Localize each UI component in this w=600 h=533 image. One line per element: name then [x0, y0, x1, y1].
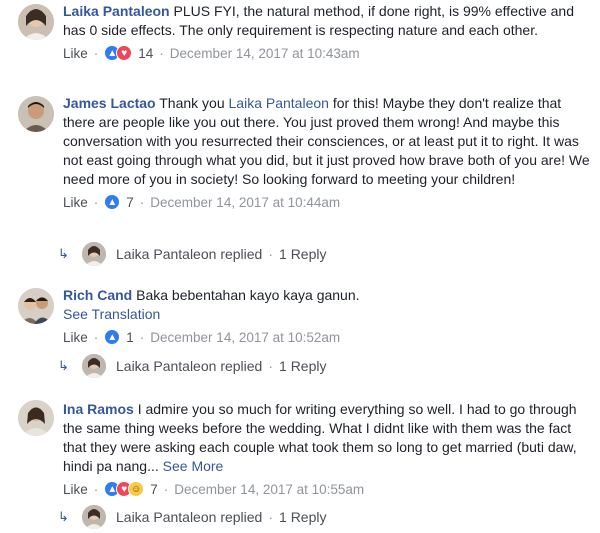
- comment-author[interactable]: Laika Pantaleon: [63, 3, 170, 19]
- reaction-count[interactable]: 7: [150, 482, 158, 497]
- love-reaction-icon: ♥: [116, 45, 133, 61]
- user-avatar-icon: [18, 400, 54, 436]
- reply-author[interactable]: Laika Pantaleon: [116, 509, 216, 525]
- like-button[interactable]: Like: [63, 482, 88, 497]
- reply-count-link[interactable]: 1 Reply: [279, 358, 326, 374]
- reply-arrow-icon: ↳: [58, 358, 69, 373]
- like-button[interactable]: Like: [63, 195, 88, 210]
- comment-text: Baka bebentahan kayo kaya ganun.: [132, 287, 360, 303]
- like-button[interactable]: Like: [63, 46, 88, 61]
- user-avatar-icon: [18, 288, 54, 324]
- comment-text: Thank you: [155, 95, 229, 111]
- avatar[interactable]: [18, 400, 54, 436]
- separator: ·: [93, 194, 99, 210]
- separator: ·: [268, 246, 274, 262]
- timestamp[interactable]: December 14, 2017 at 10:55am: [174, 482, 364, 497]
- reply-arrow-icon: ↳: [58, 246, 69, 261]
- reply-verb: replied: [220, 509, 263, 525]
- timestamp[interactable]: December 14, 2017 at 10:52am: [150, 330, 340, 345]
- reply-author[interactable]: Laika Pantaleon: [116, 358, 216, 374]
- user-avatar-icon: [18, 96, 54, 132]
- comment: Laika Pantaleon PLUS FYI, the natural me…: [18, 2, 590, 63]
- reply-avatar: [82, 505, 106, 529]
- reaction-count[interactable]: 7: [126, 195, 134, 210]
- separator: ·: [268, 358, 274, 374]
- see-translation-link[interactable]: See Translation: [63, 306, 160, 322]
- comment-text: I admire you so much for writing everyth…: [63, 401, 577, 474]
- comment: Rich Cand Baka bebentahan kayo kaya ganu…: [18, 286, 590, 347]
- separator: ·: [139, 329, 145, 345]
- reactions[interactable]: ▲ ♥ ☺: [104, 481, 145, 497]
- haha-reaction-icon: ☺: [128, 481, 145, 497]
- comment-author[interactable]: Ina Ramos: [63, 401, 134, 417]
- mention-link[interactable]: Laika Pantaleon: [229, 95, 329, 111]
- comment-actions: Like · ▲ ♥ 14 · December 14, 2017 at 10:…: [63, 43, 590, 63]
- reply-count-link[interactable]: 1 Reply: [279, 509, 326, 525]
- replies-link[interactable]: ↳ Laika Pantaleon replied · 1 Reply: [58, 505, 326, 529]
- avatar[interactable]: [18, 4, 54, 40]
- like-reaction-icon: ▲: [104, 194, 121, 210]
- reply-verb: replied: [220, 246, 263, 262]
- reaction-count[interactable]: 1: [126, 330, 134, 345]
- replies-link[interactable]: ↳ Laika Pantaleon replied · 1 Reply: [58, 242, 326, 266]
- reply-verb: replied: [220, 358, 263, 374]
- reactions[interactable]: ▲ ♥: [104, 45, 133, 61]
- like-reaction-icon: ▲: [104, 329, 121, 345]
- avatar[interactable]: [18, 96, 54, 132]
- like-button[interactable]: Like: [63, 330, 88, 345]
- separator: ·: [139, 194, 145, 210]
- avatar[interactable]: [18, 288, 54, 324]
- timestamp[interactable]: December 14, 2017 at 10:44am: [150, 195, 340, 210]
- reactions[interactable]: ▲: [104, 194, 121, 210]
- separator: ·: [163, 481, 169, 497]
- reply-avatar: [82, 242, 106, 266]
- comment-body: James Lactao Thank you Laika Pantaleon f…: [63, 94, 590, 189]
- see-more-link[interactable]: See More: [163, 458, 224, 474]
- reaction-count[interactable]: 14: [138, 46, 153, 61]
- comment: Ina Ramos I admire you so much for writi…: [18, 400, 590, 499]
- comment: James Lactao Thank you Laika Pantaleon f…: [18, 94, 590, 212]
- user-avatar-icon: [82, 505, 106, 529]
- reply-author[interactable]: Laika Pantaleon: [116, 246, 216, 262]
- reactions[interactable]: ▲: [104, 329, 121, 345]
- separator: ·: [159, 45, 164, 61]
- user-avatar-icon: [82, 354, 106, 378]
- user-avatar-icon: [82, 242, 106, 266]
- comment-author[interactable]: James Lactao: [63, 95, 156, 111]
- comment-body: Laika Pantaleon PLUS FYI, the natural me…: [63, 2, 590, 40]
- user-avatar-icon: [18, 4, 54, 40]
- separator: ·: [93, 45, 99, 61]
- comment-body: Ina Ramos I admire you so much for writi…: [63, 400, 590, 476]
- reply-count-link[interactable]: 1 Reply: [279, 246, 326, 262]
- separator: ·: [268, 509, 274, 525]
- comment-actions: Like · ▲ 1 · December 14, 2017 at 10:52a…: [63, 327, 590, 347]
- reply-avatar: [82, 354, 106, 378]
- comment-author[interactable]: Rich Cand: [63, 287, 132, 303]
- replies-link[interactable]: ↳ Laika Pantaleon replied · 1 Reply: [58, 354, 326, 378]
- reply-arrow-icon: ↳: [58, 509, 69, 524]
- comment-actions: Like · ▲ 7 · December 14, 2017 at 10:44a…: [63, 192, 590, 212]
- timestamp[interactable]: December 14, 2017 at 10:43am: [170, 46, 360, 61]
- separator: ·: [93, 329, 99, 345]
- comment-actions: Like · ▲ ♥ ☺ 7 · December 14, 2017 at 10…: [63, 479, 590, 499]
- separator: ·: [93, 481, 99, 497]
- comment-body: Rich Cand Baka bebentahan kayo kaya ganu…: [63, 286, 590, 324]
